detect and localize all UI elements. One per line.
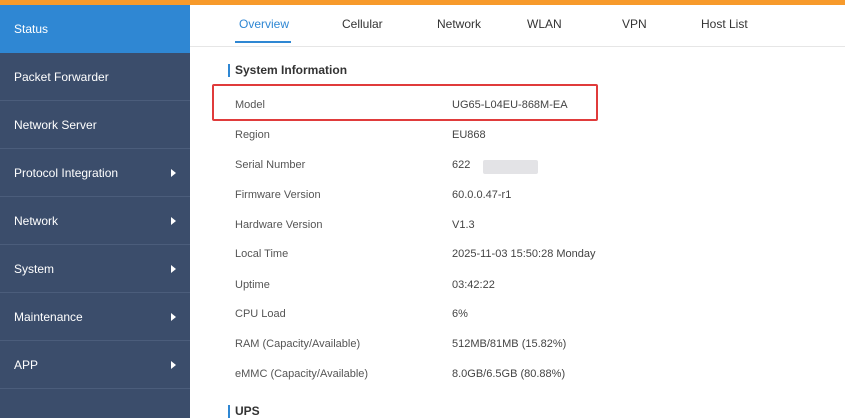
- tab-overview[interactable]: Overview: [239, 17, 289, 31]
- sidebar-item-label: Network Server: [14, 117, 97, 132]
- tab-cellular[interactable]: Cellular: [342, 17, 383, 31]
- sidebar-item-network[interactable]: Network: [0, 197, 190, 245]
- sidebar-item-maintenance[interactable]: Maintenance: [0, 293, 190, 341]
- caret-right-icon: [171, 168, 176, 177]
- tab-bar: Overview Cellular Network WLAN VPN Host …: [190, 5, 845, 47]
- info-label: eMMC (Capacity/Available): [235, 368, 369, 380]
- caret-right-icon: [171, 312, 176, 321]
- tab-vpn[interactable]: VPN: [622, 17, 647, 31]
- info-value: 60.0.0.47-r1: [452, 189, 512, 201]
- info-row-cpu-load: CPU Load 6%: [235, 305, 795, 325]
- model-highlight-box: [212, 84, 598, 121]
- info-row-ram: RAM (Capacity/Available) 512MB/81MB (15.…: [235, 335, 795, 355]
- info-label: Uptime: [235, 279, 270, 291]
- active-tab-indicator: [235, 41, 291, 43]
- info-value: 8.0GB/6.5GB (80.88%): [452, 368, 566, 380]
- info-value: EU868: [452, 129, 486, 141]
- sidebar-item-status[interactable]: Status: [0, 5, 190, 53]
- info-value: 2025-11-03 15:50:28 Monday: [452, 248, 596, 260]
- info-row-local-time: Local Time 2025-11-03 15:50:28 Monday: [235, 245, 795, 265]
- sidebar-item-label: Status: [14, 22, 49, 36]
- info-label: Local Time: [235, 248, 289, 260]
- sidebar-item-label: Packet Forwarder: [14, 69, 109, 84]
- info-label: CPU Load: [235, 308, 286, 320]
- info-label: Hardware Version: [235, 219, 323, 231]
- caret-right-icon: [171, 360, 176, 369]
- section-title-system-information: System Information: [228, 64, 347, 77]
- info-row-uptime: Uptime 03:42:22: [235, 276, 795, 296]
- info-row-firmware-version: Firmware Version 60.0.0.47-r1: [235, 186, 795, 206]
- info-value: 03:42:22: [452, 279, 495, 291]
- serial-number-text: 622: [452, 159, 471, 171]
- caret-right-icon: [171, 216, 176, 225]
- section-title-ups: UPS: [228, 405, 260, 418]
- sidebar-item-network-server[interactable]: Network Server: [0, 101, 190, 149]
- info-label: Serial Number: [235, 159, 306, 171]
- sidebar-item-label: Protocol Integration: [14, 165, 119, 180]
- sidebar-item-app[interactable]: APP: [0, 341, 190, 389]
- info-value: 512MB/81MB (15.82%): [452, 338, 567, 350]
- info-value: V1.3: [452, 219, 475, 231]
- sidebar-item-system[interactable]: System: [0, 245, 190, 293]
- sidebar-item-protocol-integration[interactable]: Protocol Integration: [0, 149, 190, 197]
- info-row-hardware-version: Hardware Version V1.3: [235, 216, 795, 236]
- tab-network[interactable]: Network: [437, 17, 481, 31]
- sidebar-item-label: Network: [14, 213, 59, 228]
- sidebar-item-label: APP: [14, 357, 39, 372]
- info-row-region: Region EU868: [235, 126, 795, 146]
- info-label: RAM (Capacity/Available): [235, 338, 361, 350]
- info-row-serial-number: Serial Number 622: [235, 156, 795, 176]
- sidebar-item-packet-forwarder[interactable]: Packet Forwarder: [0, 53, 190, 101]
- sidebar-item-label: Maintenance: [14, 309, 83, 324]
- info-label: Region: [235, 129, 270, 141]
- redacted-blur: [483, 160, 538, 174]
- sidebar: Status Packet Forwarder Network Server P…: [0, 5, 190, 418]
- tab-host-list[interactable]: Host List: [701, 17, 748, 31]
- main-content: Overview Cellular Network WLAN VPN Host …: [190, 5, 845, 418]
- caret-right-icon: [171, 264, 176, 273]
- info-value: 6%: [452, 308, 468, 320]
- tab-wlan[interactable]: WLAN: [527, 17, 562, 31]
- info-row-emmc: eMMC (Capacity/Available) 8.0GB/6.5GB (8…: [235, 365, 795, 385]
- info-value: 622: [452, 159, 538, 174]
- sidebar-item-label: System: [14, 261, 55, 276]
- info-label: Firmware Version: [235, 189, 321, 201]
